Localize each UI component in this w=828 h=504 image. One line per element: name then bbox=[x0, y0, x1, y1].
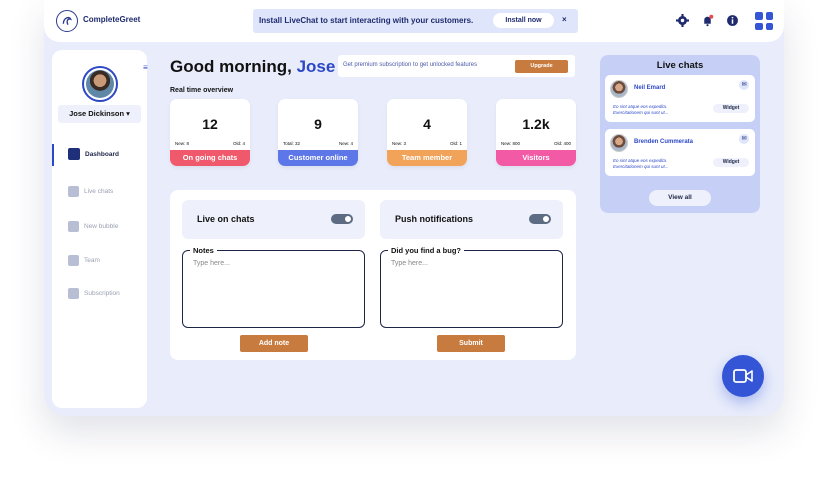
avatar bbox=[610, 134, 628, 152]
stat-card-visitors[interactable]: 1.2k New: 800 Old: 400 Visitors bbox=[496, 99, 576, 166]
stat-label: Team member bbox=[387, 150, 467, 166]
submit-button[interactable]: Submit bbox=[437, 335, 505, 352]
info-icon[interactable] bbox=[726, 14, 739, 27]
sidebar-item-new-bubble[interactable]: New bubble bbox=[68, 221, 118, 232]
stat-sub-right: Old: 400 bbox=[553, 141, 571, 146]
push-notifications-toggle[interactable] bbox=[529, 214, 551, 224]
sidebar-item-label: Subscription bbox=[84, 290, 120, 297]
dashboard-icon bbox=[68, 148, 80, 160]
install-now-button[interactable]: Install now bbox=[493, 13, 554, 28]
stat-label: On going chats bbox=[170, 150, 250, 166]
bug-placeholder: Type here... bbox=[391, 260, 428, 267]
stat-card-ongoing-chats[interactable]: 12 New: 8 Old: 4 On going chats bbox=[170, 99, 250, 166]
stat-value: 9 bbox=[314, 116, 322, 132]
push-notifications-setting: Push notifications bbox=[380, 200, 563, 239]
sidebar-item-subscription[interactable]: Subscription bbox=[68, 288, 120, 299]
toggle-label: Push notifications bbox=[395, 214, 474, 224]
avatar bbox=[610, 80, 628, 98]
view-all-button[interactable]: View all bbox=[649, 190, 711, 206]
stat-sub-left: New: 8 bbox=[175, 141, 190, 146]
live-on-chats-setting: Live on chats bbox=[182, 200, 365, 239]
banner-close-icon[interactable]: × bbox=[562, 15, 567, 24]
bug-report-field[interactable]: Did you find a bug? Type here... bbox=[380, 246, 563, 328]
mail-icon[interactable]: ✉ bbox=[739, 134, 749, 144]
stat-label: Visitors bbox=[496, 150, 576, 166]
stat-sub-left: New: 800 bbox=[501, 141, 521, 146]
chat-name: Brenden Cummerata bbox=[634, 139, 694, 145]
video-call-button[interactable] bbox=[722, 355, 764, 397]
chat-card[interactable]: Brenden Cummerata ✉ Eo sint atque eos ex… bbox=[605, 129, 755, 176]
install-banner: Install LiveChat to start interacting wi… bbox=[253, 9, 578, 33]
live-chats-title: Live chats bbox=[656, 60, 704, 71]
stat-sub-right: Old: 4 bbox=[232, 141, 245, 146]
active-nav-indicator bbox=[52, 144, 54, 166]
sidebar-item-dashboard[interactable]: Dashboard bbox=[68, 148, 119, 160]
stat-card-customer-online[interactable]: 9 Total: 32 New: 4 Customer online bbox=[278, 99, 358, 166]
gear-icon[interactable] bbox=[676, 14, 689, 27]
notes-field[interactable]: Notes Type here... bbox=[182, 246, 365, 328]
notes-legend: Notes bbox=[190, 246, 217, 255]
stat-sub-right: Old: 1 bbox=[449, 141, 462, 146]
collapse-sidebar-icon[interactable]: ≡ bbox=[143, 63, 148, 72]
stat-card-team-member[interactable]: 4 New: 3 Old: 1 Team member bbox=[387, 99, 467, 166]
widget-button[interactable]: Widget bbox=[713, 104, 749, 113]
apps-grid-icon[interactable] bbox=[755, 12, 773, 30]
sidebar-item-live-chats[interactable]: Live chats bbox=[68, 186, 113, 197]
logo-icon[interactable] bbox=[56, 10, 78, 32]
brand-name: CompleteGreet bbox=[83, 15, 141, 24]
video-camera-icon bbox=[733, 369, 753, 383]
sidebar-item-team[interactable]: Team bbox=[68, 255, 100, 266]
sidebar-item-label: Dashboard bbox=[85, 150, 119, 158]
banner-text: Install LiveChat to start interacting wi… bbox=[259, 16, 474, 25]
team-icon bbox=[68, 255, 79, 266]
chat-name: Neil Emard bbox=[634, 85, 666, 91]
stat-value: 12 bbox=[202, 116, 218, 132]
upgrade-button[interactable]: Upgrade bbox=[515, 60, 568, 73]
stat-value: 1.2k bbox=[522, 116, 550, 132]
chat-icon bbox=[68, 186, 79, 197]
chat-card[interactable]: Neil Emard ✉ Eo sint atque eos expedita.… bbox=[605, 75, 755, 122]
avatar[interactable] bbox=[82, 66, 118, 102]
stat-sub-left: New: 3 bbox=[392, 141, 407, 146]
toggle-label: Live on chats bbox=[197, 214, 255, 224]
stat-sub-right: New: 4 bbox=[338, 141, 353, 146]
premium-banner: Get premium subscription to get unlocked… bbox=[338, 55, 575, 77]
overview-title: Real time overview bbox=[170, 87, 234, 94]
chat-message: Eo sint atque eos expedita. Exercitatione… bbox=[613, 104, 669, 115]
bug-legend: Did you find a bug? bbox=[388, 246, 464, 255]
notes-placeholder: Type here... bbox=[193, 260, 230, 267]
sidebar-item-label: Live chats bbox=[84, 188, 114, 195]
mail-icon[interactable]: ✉ bbox=[739, 80, 749, 90]
stat-sub-left: Total: 32 bbox=[283, 141, 301, 146]
page-title: Good morning, Jose bbox=[170, 57, 335, 77]
premium-text: Get premium subscription to get unlocked… bbox=[343, 62, 478, 68]
sidebar-item-label: Team bbox=[84, 257, 100, 264]
bubble-icon bbox=[68, 221, 79, 232]
greeting-prefix: Good morning, bbox=[170, 57, 292, 76]
stat-label: Customer online bbox=[278, 150, 358, 166]
widget-button[interactable]: Widget bbox=[713, 158, 749, 167]
live-on-chats-toggle[interactable] bbox=[331, 214, 353, 224]
add-note-button[interactable]: Add note bbox=[240, 335, 308, 352]
stat-value: 4 bbox=[423, 116, 431, 132]
card-icon bbox=[68, 288, 79, 299]
chat-message: Eo sint atque eos expedita. Exercitatione… bbox=[613, 158, 669, 169]
sidebar-item-label: New bubble bbox=[84, 223, 119, 230]
bell-icon[interactable] bbox=[701, 14, 714, 27]
greeting-name: Jose bbox=[296, 57, 336, 76]
user-menu[interactable]: Jose Dickinson ▾ bbox=[58, 105, 141, 123]
